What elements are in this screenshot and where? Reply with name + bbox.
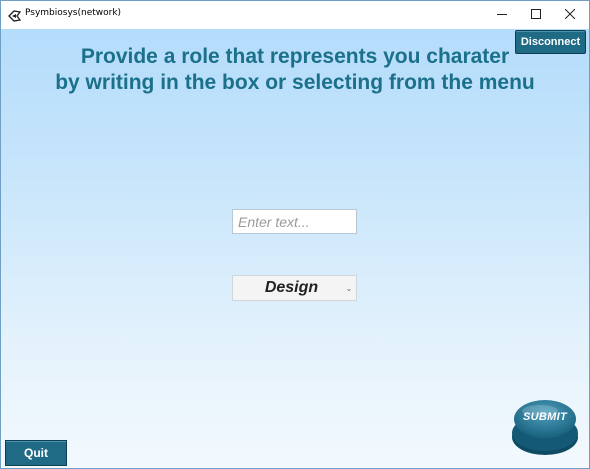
title-bar: Psymbiosys(network): [1, 1, 589, 29]
app-logo-icon: [8, 9, 22, 22]
minimize-button[interactable]: [485, 1, 519, 29]
role-dropdown[interactable]: Design ⌄: [232, 275, 357, 301]
chevron-down-icon: ⌄: [345, 283, 353, 293]
page-title-line-2: by writing in the box or selecting from …: [55, 71, 535, 94]
page-title-line-1: Provide a role that represents you chara…: [80, 45, 510, 68]
quit-button[interactable]: Quit: [5, 440, 67, 466]
disconnect-button[interactable]: Disconnect: [515, 30, 586, 54]
submit-button-label: SUBMIT: [523, 411, 567, 423]
maximize-icon: [531, 6, 541, 24]
submit-button[interactable]: SUBMIT: [510, 397, 580, 457]
close-button[interactable]: [553, 1, 587, 29]
role-dropdown-value: Design: [264, 279, 319, 296]
window-title: Psymbiosys(network): [25, 8, 122, 18]
maximize-button[interactable]: [519, 1, 553, 29]
minimize-icon: [497, 6, 507, 24]
submit-button-shape: [512, 400, 578, 455]
app-window: Psymbiosys(network) Provide a role that …: [0, 0, 590, 469]
role-text-input[interactable]: [232, 209, 357, 234]
page-title: Provide a role that represents you chara…: [1, 44, 589, 96]
close-icon: [564, 6, 576, 24]
main-panel: Provide a role that represents you chara…: [1, 29, 589, 468]
